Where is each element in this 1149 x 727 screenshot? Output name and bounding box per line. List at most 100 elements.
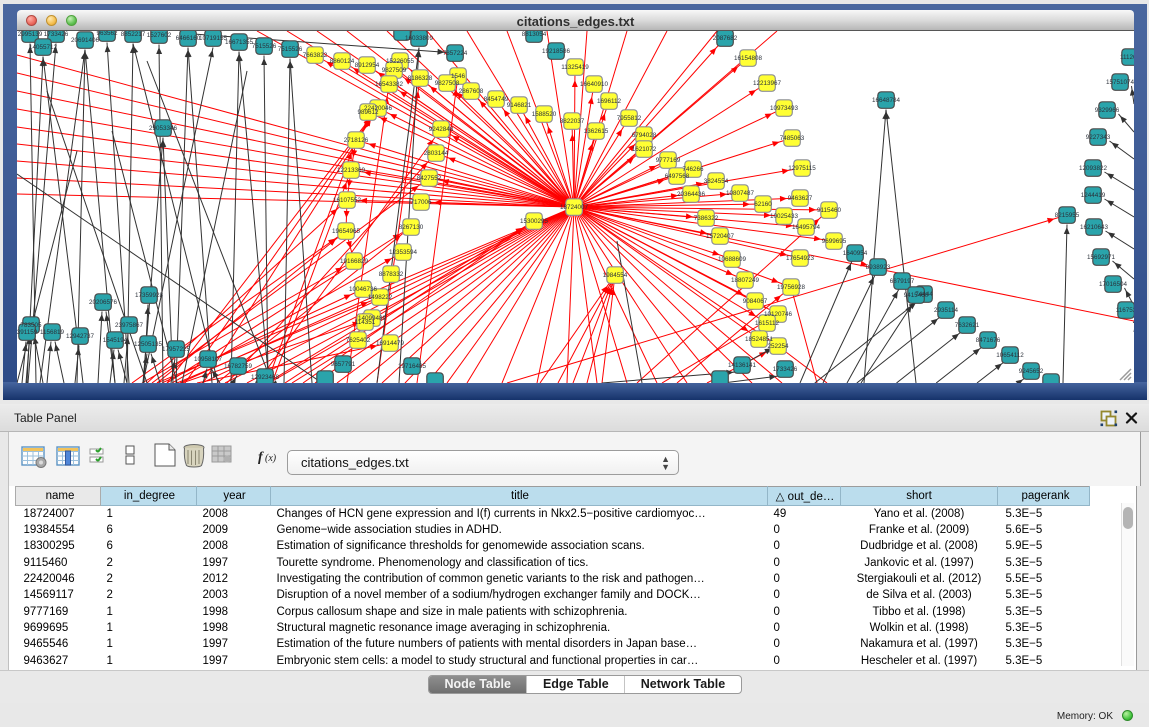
- svg-text:16640910: 16640910: [580, 81, 609, 88]
- svg-text:12213369: 12213369: [337, 167, 366, 174]
- svg-text:783505: 783505: [20, 322, 42, 329]
- svg-text:1527602: 1527602: [147, 32, 172, 39]
- svg-text:19166829: 19166829: [340, 258, 369, 265]
- svg-text:20691406: 20691406: [71, 37, 100, 44]
- svg-text:12975115: 12975115: [788, 165, 816, 172]
- svg-text:717006: 717006: [410, 199, 432, 206]
- svg-text:2867608: 2867608: [459, 88, 484, 95]
- svg-text:17016504: 17016504: [1099, 281, 1128, 288]
- svg-text:1733426: 1733426: [44, 31, 69, 38]
- svg-text:7955812: 7955812: [617, 115, 642, 122]
- svg-text:9115460: 9115460: [817, 207, 842, 214]
- svg-text:9227343: 9227343: [1086, 134, 1111, 141]
- svg-text:15751074: 15751074: [1106, 79, 1134, 86]
- svg-text:20364436: 20364436: [677, 191, 706, 198]
- svg-text:7386322: 7386322: [694, 215, 719, 222]
- svg-text:9329966: 9329966: [1095, 107, 1120, 114]
- svg-text:19218586: 19218586: [542, 48, 571, 55]
- svg-text:1545194: 1545194: [103, 337, 128, 344]
- svg-text:f: f: [258, 450, 264, 465]
- svg-text:9242848: 9242848: [429, 126, 454, 133]
- svg-text:14136141: 14136141: [728, 362, 757, 369]
- svg-text:16107552: 16107552: [333, 197, 362, 204]
- svg-text:1615112: 1615112: [755, 320, 780, 327]
- svg-text:2803144: 2803144: [424, 150, 449, 157]
- svg-text:1696112: 1696112: [597, 98, 622, 105]
- svg-text:1244419: 1244419: [1081, 192, 1106, 199]
- svg-text:16543382: 16543382: [375, 81, 404, 88]
- svg-text:15692971: 15692971: [1087, 254, 1116, 261]
- svg-text:6879197: 6879197: [890, 278, 915, 285]
- svg-text:8813054: 8813054: [522, 31, 547, 38]
- svg-text:9777169: 9777169: [656, 157, 681, 164]
- svg-text:8860124: 8860124: [330, 58, 355, 65]
- svg-text:1733426: 1733426: [773, 366, 798, 373]
- svg-text:9827509: 9827509: [382, 67, 407, 74]
- svg-text:1621072: 1621072: [632, 146, 657, 153]
- svg-text:1156819: 1156819: [40, 329, 65, 336]
- svg-text:9827508: 9827508: [435, 80, 460, 87]
- svg-text:20206576: 20206576: [89, 299, 118, 306]
- svg-text:8822037: 8822037: [560, 118, 585, 125]
- svg-text:7663822: 7663822: [303, 52, 328, 59]
- svg-text:10046736: 10046736: [349, 286, 378, 293]
- svg-text:14055712: 14055712: [29, 44, 58, 51]
- svg-text:19716485: 19716485: [398, 363, 427, 370]
- svg-text:8427552: 8427552: [417, 175, 442, 182]
- svg-text:15226055: 15226055: [386, 58, 415, 65]
- svg-text:7632621: 7632621: [955, 322, 980, 329]
- svg-text:7857224: 7857224: [443, 50, 468, 57]
- svg-text:15300295: 15300295: [520, 218, 549, 225]
- svg-text:(x): (x): [265, 453, 277, 464]
- svg-text:16154808: 16154808: [734, 55, 763, 62]
- svg-text:17654923: 17654923: [786, 255, 815, 262]
- svg-text:8267130: 8267130: [399, 224, 424, 231]
- svg-text:114351: 114351: [355, 319, 376, 326]
- svg-text:18807249: 18807249: [731, 277, 760, 284]
- svg-text:963562: 963562: [96, 31, 118, 37]
- svg-text:10719155: 10719155: [199, 35, 228, 42]
- svg-text:12213967: 12213967: [753, 80, 782, 87]
- svg-text:12353594: 12353594: [389, 249, 418, 256]
- svg-text:252254: 252254: [767, 343, 789, 350]
- svg-text:17359928: 17359928: [135, 292, 164, 299]
- svg-text:7515526: 7515526: [252, 43, 277, 50]
- svg-text:16495794: 16495794: [792, 224, 821, 231]
- svg-text:9146821: 9146821: [507, 102, 532, 109]
- svg-text:7515526: 7515526: [278, 46, 303, 53]
- svg-text:10025433: 10025433: [770, 213, 799, 220]
- svg-text:12942737: 12942737: [66, 333, 95, 340]
- svg-text:17957225: 17957225: [162, 346, 191, 353]
- svg-text:989612: 989612: [357, 109, 379, 116]
- svg-text:8852217: 8852217: [121, 31, 146, 38]
- svg-text:16671355: 16671355: [225, 39, 254, 46]
- svg-text:7625402: 7625402: [346, 337, 371, 344]
- svg-text:8454749: 8454749: [484, 96, 509, 103]
- svg-text:10958107: 10958107: [194, 356, 223, 363]
- svg-text:9699695: 9699695: [822, 238, 847, 245]
- svg-text:1984554: 1984554: [603, 272, 628, 279]
- svg-text:16648784: 16648784: [872, 97, 901, 104]
- svg-text:19756928: 19756928: [777, 284, 806, 291]
- svg-text:2995139: 2995139: [18, 31, 43, 38]
- svg-text:9245652: 9245652: [1019, 368, 1044, 375]
- svg-text:8912954: 8912954: [355, 62, 380, 69]
- svg-text:10688609: 10688609: [718, 256, 747, 263]
- svg-text:10973493: 10973493: [770, 105, 799, 112]
- svg-text:7485063: 7485063: [780, 135, 805, 142]
- svg-text:18724007: 18724007: [560, 204, 589, 211]
- svg-text:10807487: 10807487: [726, 190, 755, 197]
- svg-text:6497568: 6497568: [665, 173, 690, 180]
- svg-text:9084067: 9084067: [743, 298, 768, 305]
- svg-text:10654112: 10654112: [996, 352, 1024, 359]
- svg-text:23975867: 23975867: [115, 322, 144, 329]
- svg-text:15720407: 15720407: [706, 233, 735, 240]
- svg-text:8215955: 8215955: [1055, 212, 1080, 219]
- svg-text:10120746: 10120746: [764, 311, 793, 318]
- svg-text:2718126: 2718126: [344, 137, 369, 144]
- svg-text:18524851: 18524851: [745, 336, 774, 343]
- svg-text:3824554: 3824554: [704, 178, 729, 185]
- svg-text:2935114: 2935114: [934, 307, 959, 314]
- svg-text:12505135: 12505135: [134, 341, 163, 348]
- svg-text:62160: 62160: [754, 201, 772, 208]
